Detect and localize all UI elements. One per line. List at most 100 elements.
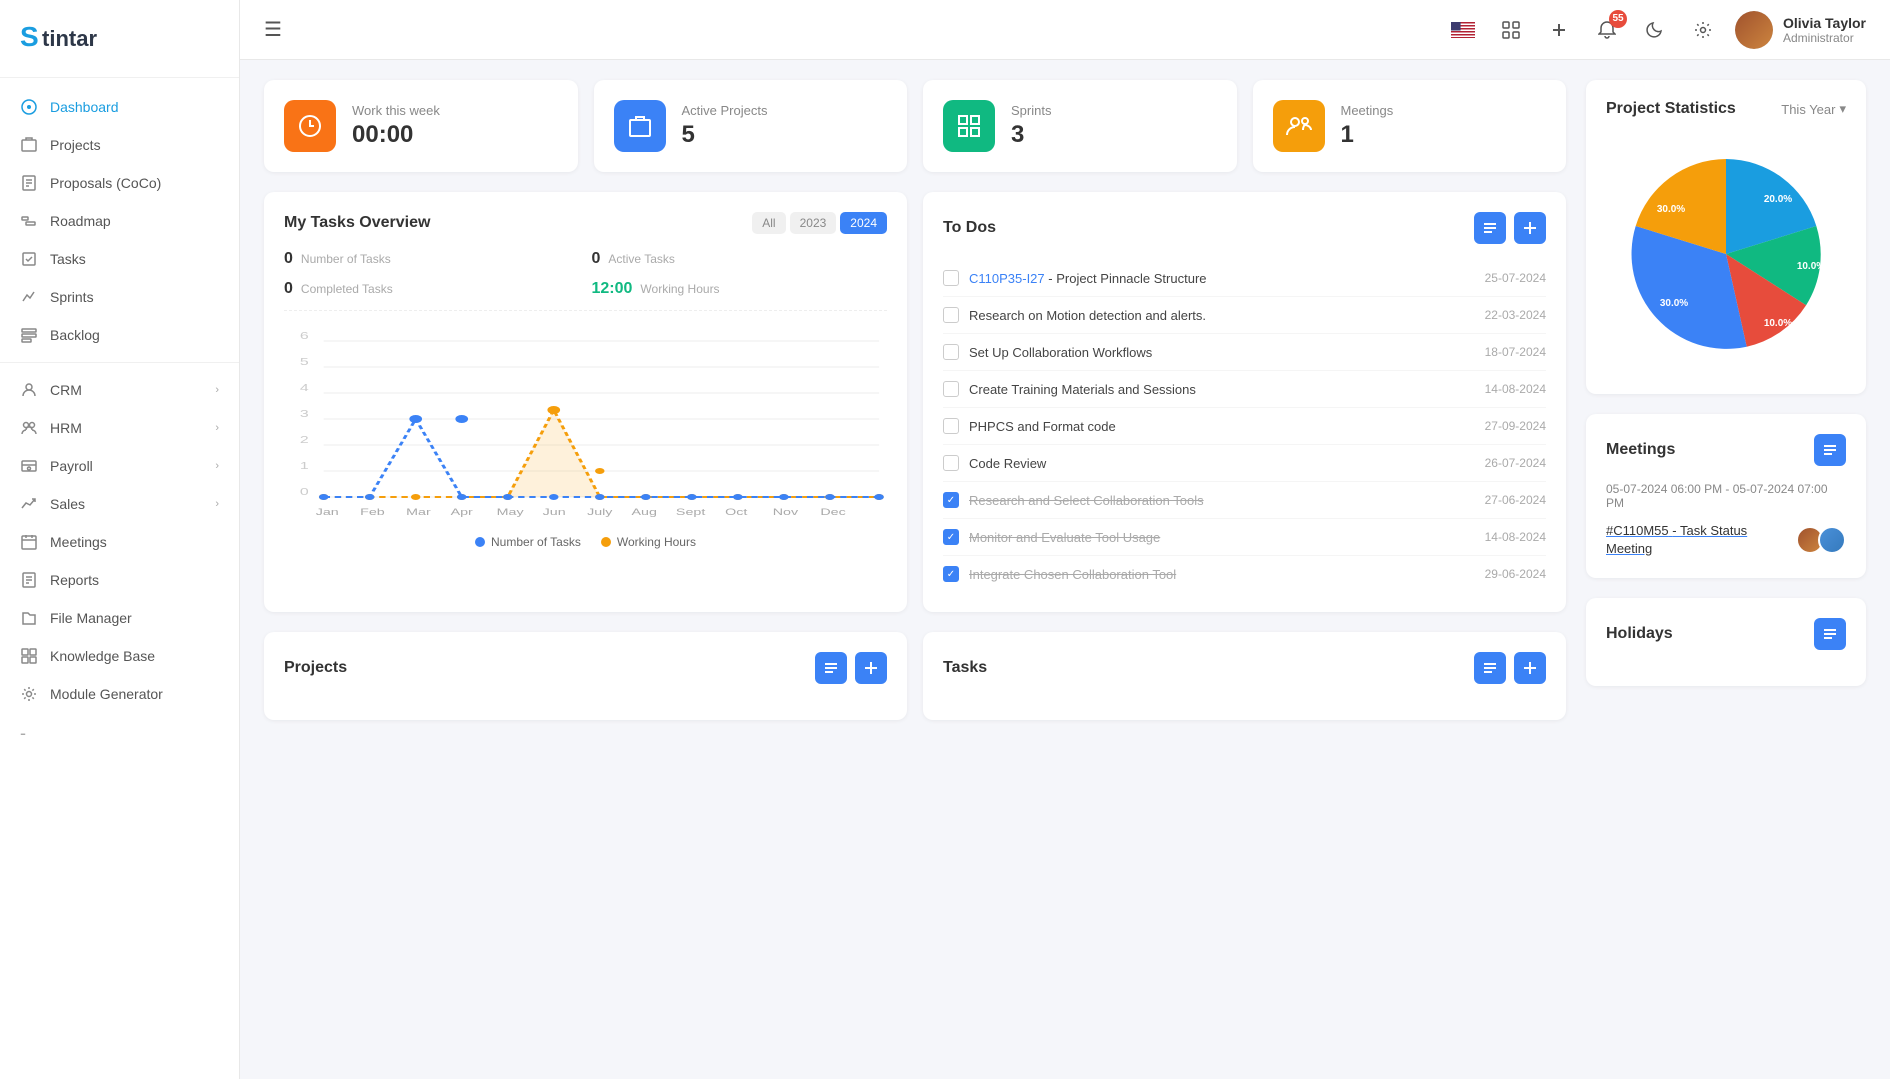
bottom-row: Projects Tasks [264, 632, 1566, 720]
sidebar-item-module-generator[interactable]: Module Generator [0, 675, 239, 713]
user-profile[interactable]: Olivia Taylor Administrator [1735, 11, 1866, 49]
sidebar-item-projects[interactable]: Projects [0, 126, 239, 164]
meetings-list-button[interactable] [1814, 434, 1846, 466]
sidebar-item-payroll[interactable]: Payroll › [0, 447, 239, 485]
todo-date: 22-03-2024 [1485, 308, 1546, 322]
sidebar-item-hrm[interactable]: HRM › [0, 409, 239, 447]
svg-text:July: July [587, 507, 612, 518]
svg-text:Nov: Nov [773, 507, 798, 518]
sidebar-item-reports[interactable]: Reports [0, 561, 239, 599]
legend-dot-hours [601, 537, 611, 547]
hrm-icon [20, 419, 38, 437]
sidebar-item-backlog[interactable]: Backlog [0, 316, 239, 354]
svg-text:tintar: tintar [42, 26, 97, 51]
svg-text:20.0%: 20.0% [1764, 194, 1792, 205]
meeting-id-link[interactable]: #C110M55 - Task Status Meeting [1606, 523, 1747, 556]
todo-date: 27-06-2024 [1485, 493, 1546, 507]
avatar-image [1735, 11, 1773, 49]
completed-tasks-value: 0 [284, 280, 293, 298]
todos-list-button[interactable] [1474, 212, 1506, 244]
sidebar-item-file-manager[interactable]: File Manager [0, 599, 239, 637]
avatar [1735, 11, 1773, 49]
todo-item: PHPCS and Format code 27-09-2024 [943, 408, 1546, 445]
tasks-overview-card: My Tasks Overview All 2023 2024 0 Number… [264, 192, 907, 612]
sidebar-item-sales[interactable]: Sales › [0, 485, 239, 523]
todo-checkbox[interactable] [943, 418, 959, 434]
dark-mode-icon[interactable] [1639, 14, 1671, 46]
sidebar-item-crm[interactable]: CRM › [0, 371, 239, 409]
svg-text:1: 1 [300, 460, 309, 471]
tasks-list-button[interactable] [1474, 652, 1506, 684]
dots-icon: - [20, 723, 26, 744]
period-selector[interactable]: This Year ▾ [1781, 101, 1846, 117]
meetings-stat-icon [1273, 100, 1325, 152]
holidays-list-button[interactable] [1814, 618, 1846, 650]
sidebar-item-label: Dashboard [50, 99, 219, 115]
todo-checkbox[interactable]: ✓ [943, 492, 959, 508]
flag-icon[interactable] [1447, 14, 1479, 46]
tasks-stat-active: 0 Active Tasks [592, 250, 888, 268]
sales-icon [20, 495, 38, 513]
legend-dot-tasks [475, 537, 485, 547]
menu-toggle-button[interactable]: ☰ [264, 17, 282, 42]
sidebar-item-roadmap[interactable]: Roadmap [0, 202, 239, 240]
settings-icon[interactable] [1687, 14, 1719, 46]
projects-list-button[interactable] [815, 652, 847, 684]
tasks-chart: 0 1 2 3 4 5 6 [284, 327, 887, 527]
filter-2023-button[interactable]: 2023 [790, 212, 837, 234]
stat-value: 5 [682, 121, 768, 149]
stat-value: 3 [1011, 121, 1051, 149]
middle-row: My Tasks Overview All 2023 2024 0 Number… [264, 192, 1566, 612]
file-manager-icon [20, 609, 38, 627]
svg-text:Aug: Aug [632, 507, 657, 518]
svg-text:10.0%: 10.0% [1797, 261, 1825, 272]
svg-text:30.0%: 30.0% [1660, 298, 1688, 309]
chevron-right-icon: › [215, 422, 219, 434]
tasks-add-button[interactable] [1514, 652, 1546, 684]
filter-all-button[interactable]: All [752, 212, 785, 234]
content-right: Project Statistics This Year ▾ [1586, 80, 1866, 1059]
plus-icon[interactable] [1543, 14, 1575, 46]
stat-card-projects: Active Projects 5 [594, 80, 908, 172]
svg-text:2: 2 [300, 434, 309, 445]
todo-link[interactable]: C110P35-I27 [969, 271, 1045, 286]
projects-add-button[interactable] [855, 652, 887, 684]
pie-chart-container: 20.0% 10.0% 10.0% 30.0% 30.0% [1606, 134, 1846, 374]
legend-tasks: Number of Tasks [475, 535, 581, 549]
todos-add-button[interactable] [1514, 212, 1546, 244]
todo-checkbox[interactable] [943, 270, 959, 286]
legend-label-hours: Working Hours [617, 535, 696, 549]
todo-checkbox[interactable]: ✓ [943, 566, 959, 582]
holidays-card: Holidays [1586, 598, 1866, 686]
todo-checkbox[interactable]: ✓ [943, 529, 959, 545]
sidebar-item-knowledge-base[interactable]: Knowledge Base [0, 637, 239, 675]
todo-text: Code Review [969, 456, 1475, 471]
svg-text:10.0%: 10.0% [1764, 318, 1792, 329]
todo-checkbox[interactable] [943, 344, 959, 360]
todos-header: To Dos [943, 212, 1546, 244]
sidebar-item-proposals[interactable]: Proposals (CoCo) [0, 164, 239, 202]
todo-checkbox[interactable] [943, 455, 959, 471]
completed-tasks-label: Completed Tasks [301, 282, 393, 296]
todo-checkbox[interactable] [943, 381, 959, 397]
crm-icon [20, 381, 38, 399]
app-header: ☰ 55 [240, 0, 1890, 60]
stat-card-meetings: Meetings 1 [1253, 80, 1567, 172]
sidebar-item-sprints[interactable]: Sprints [0, 278, 239, 316]
notification-bell-icon[interactable]: 55 [1591, 14, 1623, 46]
sidebar-item-tasks[interactable]: Tasks [0, 240, 239, 278]
logo: S tintar [0, 0, 239, 78]
filter-2024-button[interactable]: 2024 [840, 212, 887, 234]
projects-bottom-header: Projects [284, 652, 887, 684]
sidebar-item-dashboard[interactable]: Dashboard [0, 88, 239, 126]
todo-checkbox[interactable] [943, 307, 959, 323]
tasks-stat-number: 0 Number of Tasks [284, 250, 580, 268]
stats-row: Work this week 00:00 Active Projects 5 [264, 80, 1566, 172]
todo-text: Set Up Collaboration Workflows [969, 345, 1475, 360]
tasks-bottom-card: Tasks [923, 632, 1566, 720]
sidebar-item-meetings[interactable]: Meetings [0, 523, 239, 561]
svg-text:30.0%: 30.0% [1657, 204, 1685, 215]
apps-icon[interactable] [1495, 14, 1527, 46]
todos-list: C110P35-I27 - Project Pinnacle Structure… [943, 260, 1546, 592]
payroll-icon [20, 457, 38, 475]
